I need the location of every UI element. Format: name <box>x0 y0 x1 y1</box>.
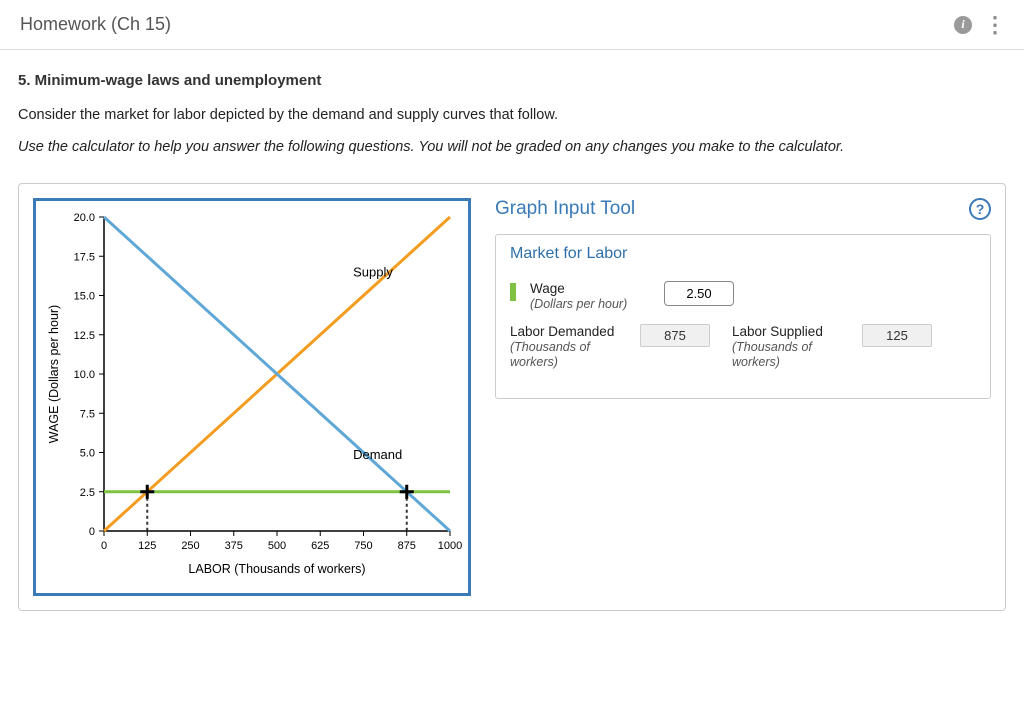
svg-text:15.0: 15.0 <box>74 291 95 303</box>
svg-text:250: 250 <box>181 540 199 552</box>
question-title: 5. Minimum-wage laws and unemployment <box>18 72 1006 89</box>
svg-text:17.5: 17.5 <box>74 251 95 263</box>
help-icon[interactable]: ? <box>969 198 991 220</box>
svg-text:LABOR (Thousands of workers): LABOR (Thousands of workers) <box>188 562 365 576</box>
svg-text:1000: 1000 <box>438 540 462 552</box>
svg-text:375: 375 <box>225 540 243 552</box>
svg-text:10.0: 10.0 <box>74 369 95 381</box>
wage-label: Wage (Dollars per hour) <box>530 281 650 312</box>
labor-supplied-row: Labor Supplied (Thousands of workers) 12… <box>732 324 932 370</box>
svg-text:WAGE (Dollars per hour): WAGE (Dollars per hour) <box>47 305 61 443</box>
svg-text:2.5: 2.5 <box>80 487 95 499</box>
tool-tab-label: Market for Labor <box>496 235 990 273</box>
labor-supplied-label: Labor Supplied (Thousands of workers) <box>732 324 852 370</box>
svg-text:875: 875 <box>398 540 416 552</box>
svg-text:Demand: Demand <box>353 447 402 462</box>
svg-text:750: 750 <box>354 540 372 552</box>
tool-title: Graph Input Tool <box>495 198 991 220</box>
labor-demanded-row: Labor Demanded (Thousands of workers) 87… <box>510 324 710 370</box>
svg-text:625: 625 <box>311 540 329 552</box>
page-header: Homework (Ch 15) i ⋮ <box>0 0 1024 50</box>
svg-text:20.0: 20.0 <box>74 212 95 224</box>
chart-frame: 0 2.5 5.0 7.5 10.0 12.5 15.0 17.5 20.0 0 125 250 375… <box>33 198 471 596</box>
tool-fields: Wage (Dollars per hour) Labor Demanded (… <box>496 273 990 398</box>
header-actions: i ⋮ <box>954 16 1004 34</box>
question-description: Consider the market for labor depicted b… <box>18 107 1006 123</box>
tool-tab-box: Market for Labor Wage (Dollars per hour)… <box>495 234 991 399</box>
svg-text:7.5: 7.5 <box>80 408 95 420</box>
page-title: Homework (Ch 15) <box>20 14 171 35</box>
tool-panel: 0 2.5 5.0 7.5 10.0 12.5 15.0 17.5 20.0 0 125 250 375… <box>18 183 1006 611</box>
labor-supplied-value: 125 <box>862 324 932 347</box>
labor-demanded-value: 875 <box>640 324 710 347</box>
wage-input[interactable] <box>664 281 734 306</box>
svg-text:5.0: 5.0 <box>80 448 95 460</box>
svg-text:12.5: 12.5 <box>74 330 95 342</box>
svg-text:0: 0 <box>89 526 95 538</box>
wage-swatch-icon <box>510 283 516 301</box>
question-content: 5. Minimum-wage laws and unemployment Co… <box>0 50 1024 633</box>
svg-text:0: 0 <box>101 540 107 552</box>
more-icon[interactable]: ⋮ <box>984 20 1004 30</box>
wage-field-row: Wage (Dollars per hour) <box>510 281 976 312</box>
svg-text:Supply: Supply <box>353 265 393 280</box>
svg-text:125: 125 <box>138 540 156 552</box>
chart[interactable]: 0 2.5 5.0 7.5 10.0 12.5 15.0 17.5 20.0 0 125 250 375… <box>42 207 462 587</box>
graph-input-tool: ? Graph Input Tool Market for Labor Wage… <box>495 198 991 399</box>
svg-text:500: 500 <box>268 540 286 552</box>
labor-demanded-label: Labor Demanded (Thousands of workers) <box>510 324 630 370</box>
info-icon[interactable]: i <box>954 16 972 34</box>
question-instruction: Use the calculator to help you answer th… <box>18 139 1006 155</box>
